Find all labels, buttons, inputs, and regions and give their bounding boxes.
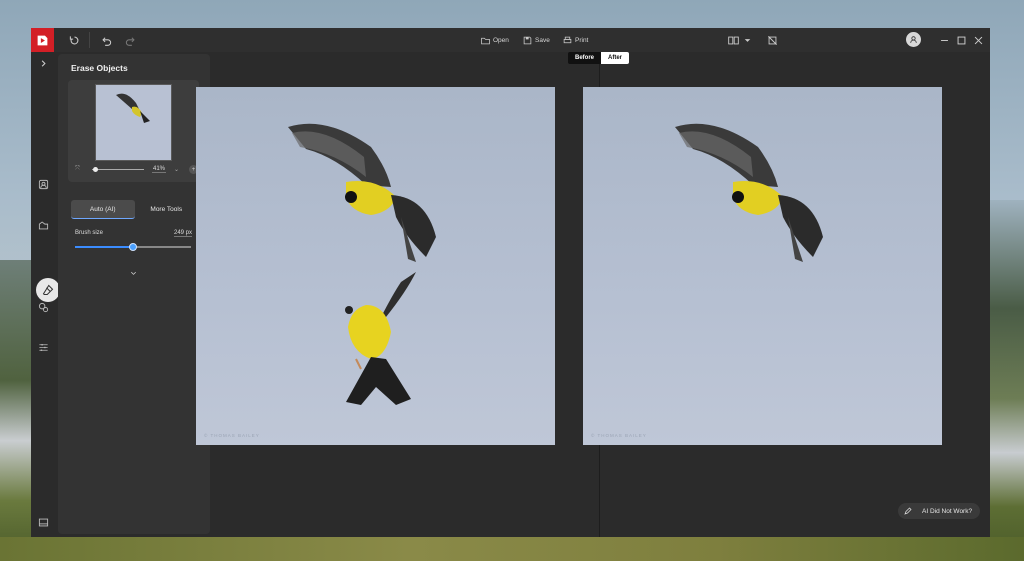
left-nav (31, 52, 60, 537)
desktop-background-right (990, 200, 1024, 561)
eraser-icon[interactable] (36, 278, 60, 302)
compare-view-icon[interactable] (726, 33, 740, 47)
adjust-icon[interactable] (36, 340, 51, 355)
zoom-value[interactable]: 41% (152, 166, 167, 173)
account-icon[interactable] (906, 32, 921, 47)
brush-size-knob[interactable] (129, 243, 137, 251)
ai-did-not-work-label: AI Did Not Work? (922, 507, 973, 515)
before-button[interactable]: Before (568, 52, 602, 64)
save-button[interactable]: Save (523, 33, 550, 47)
expand-icon[interactable] (36, 56, 51, 71)
brush-size-fill (75, 246, 133, 248)
save-label: Save (535, 36, 550, 44)
zoom-row: ⤧ 41% ⌄ + (74, 165, 198, 175)
minimize-icon[interactable] (937, 33, 951, 47)
after-image[interactable]: © THOMAS BAILEY (583, 87, 942, 445)
background-icon[interactable] (36, 218, 51, 233)
print-button[interactable]: Print (563, 33, 588, 47)
zoom-slider[interactable] (92, 169, 144, 170)
before-image[interactable]: © THOMAS BAILEY (196, 87, 555, 445)
lower-goldfinch (345, 272, 416, 405)
toolbar-separator (89, 32, 90, 48)
fit-icon[interactable]: ⤧ (75, 166, 80, 173)
folder-icon (481, 37, 490, 44)
navigator-preview: ⤧ 41% ⌄ + (68, 80, 199, 182)
before-after-toggle: Before After (568, 52, 630, 64)
tool-panel: Erase Objects ⤧ 41% ⌄ + Auto (AI) More T… (58, 54, 210, 534)
watermark: © THOMAS BAILEY (591, 433, 647, 438)
tab-more-tools[interactable]: More Tools (135, 200, 199, 219)
close-icon[interactable] (971, 33, 985, 47)
zoom-dropdown-icon[interactable]: ⌄ (174, 166, 179, 173)
panel-title: Erase Objects (71, 63, 128, 73)
ai-did-not-work-button[interactable]: AI Did Not Work? (898, 503, 981, 519)
preview-icon[interactable] (36, 515, 51, 530)
maximize-icon[interactable] (954, 33, 968, 47)
redo-icon[interactable] (123, 33, 137, 47)
mode-tabs: Auto (AI) More Tools (71, 200, 198, 220)
watermark: © THOMAS BAILEY (204, 433, 260, 438)
preview-thumbnail[interactable] (95, 84, 172, 161)
title-bar: Open Save Print (31, 28, 990, 52)
brush-size-label: Brush size (75, 230, 104, 236)
replace-face-icon[interactable] (36, 300, 51, 315)
desktop-background-left (0, 260, 32, 561)
upper-goldfinch (675, 123, 823, 262)
undo-icon[interactable] (99, 33, 113, 47)
chevron-down-icon[interactable] (740, 33, 754, 47)
brush-size-value[interactable]: 249 px (174, 230, 193, 237)
desktop-background-bottom (0, 537, 1024, 561)
pencil-icon (904, 507, 912, 515)
portrait-icon[interactable] (36, 177, 51, 192)
logo-icon (37, 35, 48, 45)
open-label: Open (493, 36, 509, 44)
upper-goldfinch (288, 123, 436, 262)
save-icon (523, 36, 532, 44)
print-label: Print (575, 36, 589, 44)
chevron-down-icon[interactable] (128, 268, 138, 278)
zoom-slider-knob[interactable] (93, 167, 98, 172)
crop-icon[interactable] (765, 33, 779, 47)
after-button[interactable]: After (601, 52, 630, 64)
open-button[interactable]: Open (481, 33, 509, 47)
printer-icon (563, 36, 572, 43)
app-logo (31, 28, 54, 52)
reset-icon[interactable] (67, 33, 81, 47)
tab-auto-ai[interactable]: Auto (AI) (71, 200, 135, 219)
